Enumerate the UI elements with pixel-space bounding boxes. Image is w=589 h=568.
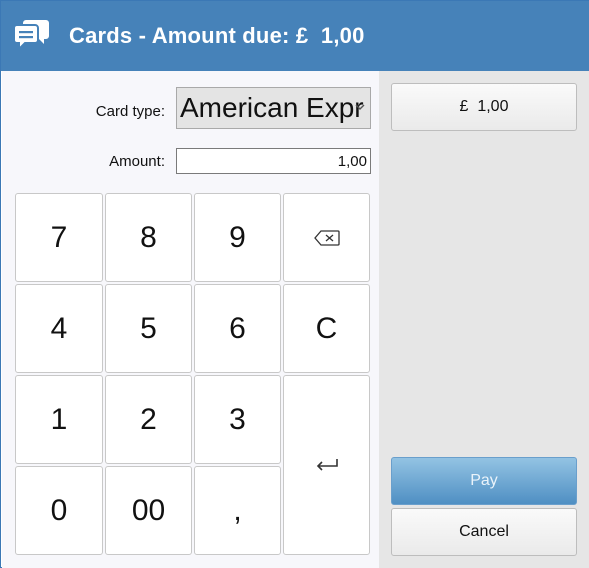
amount-due-button[interactable]: £ 1,00	[391, 83, 577, 131]
chat-bubbles-icon	[13, 20, 49, 52]
key-8[interactable]: 8	[105, 193, 192, 282]
key-9[interactable]: 9	[194, 193, 281, 282]
key-comma[interactable]: ,	[194, 466, 281, 555]
pay-button[interactable]: Pay	[391, 457, 577, 505]
key-00[interactable]: 00	[105, 466, 192, 555]
key-2[interactable]: 2	[105, 375, 192, 464]
enter-button[interactable]	[283, 375, 370, 555]
dialog-title: Cards - Amount due: £ 1,00	[69, 23, 365, 48]
key-6[interactable]: 6	[194, 284, 281, 373]
amount-input[interactable]	[176, 148, 371, 174]
backspace-button[interactable]	[283, 193, 370, 282]
card-type-label: Card type:	[95, 103, 165, 120]
title-bar: Cards - Amount due: £ 1,00	[1, 1, 589, 71]
cards-payment-dialog: Cards - Amount due: £ 1,00 Card type: Am…	[0, 0, 589, 568]
card-type-value: American Expr	[180, 92, 364, 123]
amount-label: Amount:	[109, 153, 165, 170]
key-4[interactable]: 4	[15, 284, 103, 373]
key-0[interactable]: 0	[15, 466, 103, 555]
clear-button[interactable]: C	[283, 284, 370, 373]
key-3[interactable]: 3	[194, 375, 281, 464]
key-7[interactable]: 7	[15, 193, 103, 282]
card-type-select[interactable]: American Expr	[176, 87, 371, 129]
chevron-down-icon	[355, 104, 365, 110]
backspace-icon	[313, 229, 340, 246]
cancel-button[interactable]: Cancel	[391, 508, 577, 556]
key-1[interactable]: 1	[15, 375, 103, 464]
key-5[interactable]: 5	[105, 284, 192, 373]
enter-icon	[316, 459, 338, 471]
